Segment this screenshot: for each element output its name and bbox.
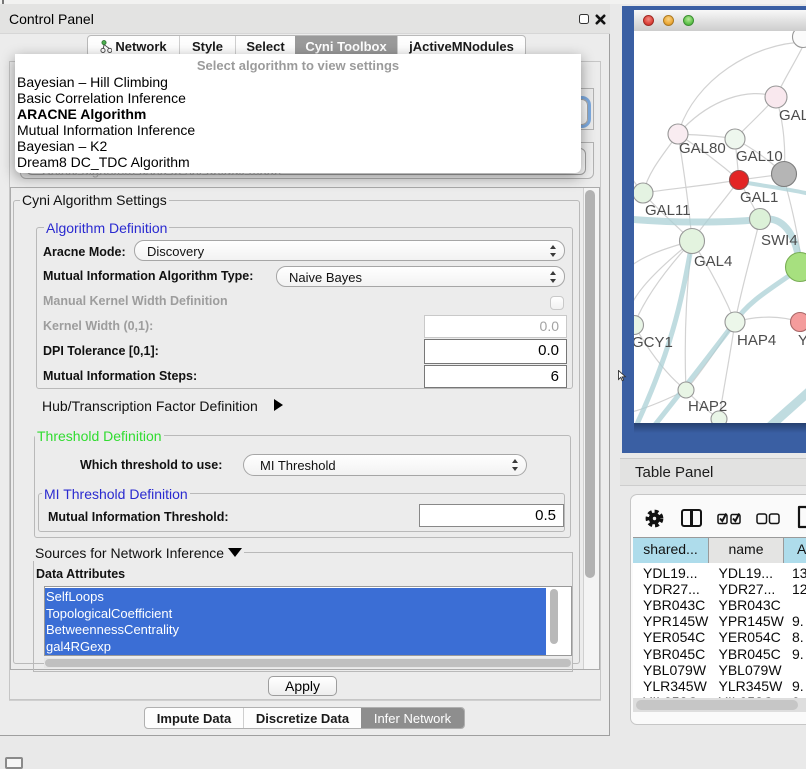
svg-text:SWI4: SWI4	[761, 232, 798, 249]
svg-text:HAP4: HAP4	[737, 332, 776, 349]
svg-text:GAL2: GAL2	[779, 107, 806, 124]
svg-text:HAP2: HAP2	[688, 398, 727, 415]
svg-text:Y: Y	[798, 332, 806, 349]
svg-text:GAL1: GAL1	[740, 189, 778, 206]
svg-text:GAL80: GAL80	[679, 140, 726, 157]
svg-text:GAL11: GAL11	[645, 202, 691, 219]
svg-text:GCY1: GCY1	[634, 334, 673, 351]
svg-text:GAL4: GAL4	[694, 253, 732, 270]
svg-text:GAL10: GAL10	[736, 148, 783, 165]
